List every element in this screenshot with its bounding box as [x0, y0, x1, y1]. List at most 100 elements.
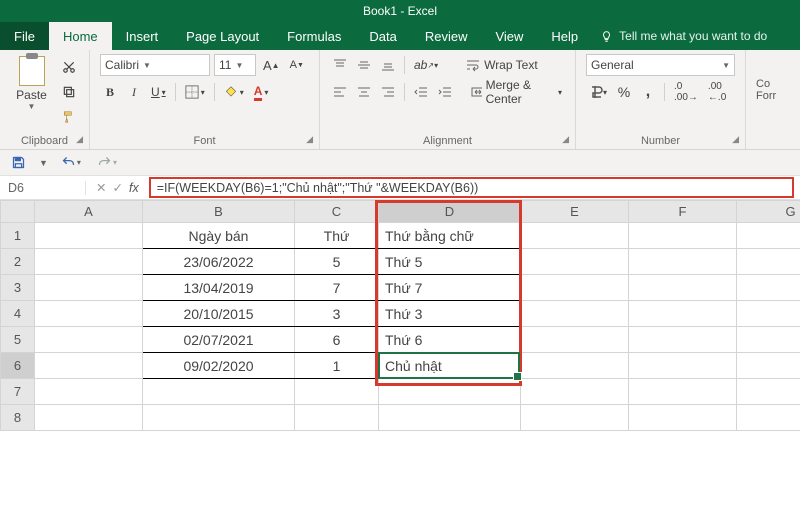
font-color-button[interactable]: A▾ [251, 81, 272, 103]
decrease-font-button[interactable]: A▼ [287, 54, 307, 76]
group-font: Calibri▼ 11▼ A▲ A▼ B I U▾ ▾ ▾ A▾ Font◢ [90, 50, 320, 149]
paste-button[interactable]: Paste ▼ [10, 54, 53, 111]
row-header[interactable]: 2 [1, 249, 35, 275]
tab-review[interactable]: Review [411, 22, 482, 50]
number-format-combo[interactable]: General▼ [586, 54, 735, 76]
redo-button[interactable]: ▾ [94, 152, 120, 174]
enter-formula-icon[interactable]: ✓ [112, 180, 122, 195]
font-size-combo[interactable]: 11▼ [214, 54, 256, 76]
cell[interactable]: Chủ nhật [379, 353, 521, 379]
save-button[interactable] [8, 152, 29, 174]
worksheet[interactable]: A B C D E F G 1 Ngày bán Thứ Thứ bằng ch… [0, 200, 800, 431]
row-header[interactable]: 5 [1, 327, 35, 353]
fill-color-button[interactable]: ▾ [221, 81, 247, 103]
align-right-button[interactable] [378, 81, 398, 103]
formula-bar: D6 ✕ ✓ fx =IF(WEEKDAY(B6)=1;"Chủ nhật";"… [0, 176, 800, 200]
comma-style-button[interactable]: , [638, 81, 658, 103]
col-header[interactable]: C [295, 201, 379, 223]
cut-button[interactable] [59, 56, 79, 78]
tab-file[interactable]: File [0, 22, 49, 50]
name-box[interactable]: D6 [0, 181, 86, 195]
dialog-launcher-icon[interactable]: ◢ [76, 134, 83, 145]
merge-center-button[interactable]: Merge & Center▾ [468, 81, 565, 103]
col-header[interactable]: F [629, 201, 737, 223]
partial-label: Co Forr [756, 54, 776, 102]
cell[interactable]: Thứ 7 [379, 275, 521, 301]
copy-button[interactable] [59, 81, 79, 103]
tell-me[interactable]: Tell me what you want to do [600, 22, 767, 50]
increase-indent-button[interactable] [435, 81, 455, 103]
cell[interactable]: 23/06/2022 [143, 249, 295, 275]
select-all-corner[interactable] [1, 201, 35, 223]
increase-font-button[interactable]: A▲ [260, 54, 283, 76]
tab-home[interactable]: Home [49, 22, 112, 50]
align-bottom-button[interactable] [378, 54, 398, 76]
dialog-launcher-icon[interactable]: ◢ [732, 134, 739, 145]
cell[interactable]: 5 [295, 249, 379, 275]
menu-bar: File Home Insert Page Layout Formulas Da… [0, 22, 800, 50]
cell[interactable]: Ngày bán [143, 223, 295, 249]
fx-icon[interactable]: fx [129, 181, 139, 195]
decrease-decimal-button[interactable]: .00←.0 [705, 81, 729, 103]
row-header[interactable]: 1 [1, 223, 35, 249]
cell[interactable]: 09/02/2020 [143, 353, 295, 379]
tab-formulas[interactable]: Formulas [273, 22, 355, 50]
qat-dropdown-icon[interactable]: ▼ [39, 158, 48, 168]
tab-view[interactable]: View [481, 22, 537, 50]
align-top-button[interactable] [330, 54, 350, 76]
cell[interactable]: Thứ 5 [379, 249, 521, 275]
cell[interactable]: Thứ [295, 223, 379, 249]
cell[interactable]: 3 [295, 301, 379, 327]
col-header[interactable]: E [521, 201, 629, 223]
cell[interactable]: Thứ bằng chữ [379, 223, 521, 249]
format-painter-button[interactable] [59, 106, 79, 128]
wrap-text-button[interactable]: Wrap Text [463, 54, 541, 76]
decrease-indent-button[interactable] [411, 81, 431, 103]
tab-insert[interactable]: Insert [112, 22, 173, 50]
font-name-combo[interactable]: Calibri▼ [100, 54, 210, 76]
align-center-button[interactable] [354, 81, 374, 103]
underline-button[interactable]: U▾ [148, 81, 169, 103]
tab-data[interactable]: Data [355, 22, 410, 50]
cancel-formula-icon[interactable]: ✕ [96, 180, 106, 195]
group-label-number: Number◢ [586, 132, 735, 147]
tell-me-label: Tell me what you want to do [619, 29, 767, 43]
row-header[interactable]: 7 [1, 379, 35, 405]
cell[interactable]: 7 [295, 275, 379, 301]
col-header[interactable]: D [379, 201, 521, 223]
row-header[interactable]: 8 [1, 405, 35, 431]
lightbulb-icon [600, 30, 613, 43]
ribbon: Paste ▼ Clipboard◢ Calibri▼ 11▼ A▲ A▼ B … [0, 50, 800, 150]
undo-button[interactable]: ▾ [58, 152, 84, 174]
dialog-launcher-icon[interactable]: ◢ [306, 134, 313, 145]
cell[interactable]: 6 [295, 327, 379, 353]
dialog-launcher-icon[interactable]: ◢ [562, 134, 569, 145]
row-header[interactable]: 4 [1, 301, 35, 327]
formula-input[interactable]: =IF(WEEKDAY(B6)=1;"Chủ nhật";"Thứ "&WEEK… [149, 177, 794, 198]
col-header[interactable]: B [143, 201, 295, 223]
cell[interactable]: Thứ 3 [379, 301, 521, 327]
row-header[interactable]: 3 [1, 275, 35, 301]
row-header[interactable]: 6 [1, 353, 35, 379]
tab-page-layout[interactable]: Page Layout [172, 22, 273, 50]
italic-button[interactable]: I [124, 81, 144, 103]
accounting-format-button[interactable]: ▾ [586, 81, 610, 103]
cell[interactable]: 1 [295, 353, 379, 379]
paste-label: Paste [16, 88, 47, 102]
tab-help[interactable]: Help [537, 22, 592, 50]
orientation-button[interactable]: ab↗▾ [411, 54, 441, 76]
group-number: General▼ ▾ % , .0.00→ .00←.0 Number◢ [576, 50, 746, 149]
cell[interactable]: Thứ 6 [379, 327, 521, 353]
cell[interactable]: 02/07/2021 [143, 327, 295, 353]
align-left-button[interactable] [330, 81, 350, 103]
cell[interactable]: 20/10/2015 [143, 301, 295, 327]
borders-button[interactable]: ▾ [182, 81, 208, 103]
cell[interactable]: 13/04/2019 [143, 275, 295, 301]
align-middle-button[interactable] [354, 54, 374, 76]
col-header[interactable]: A [35, 201, 143, 223]
increase-decimal-button[interactable]: .0.00→ [671, 81, 701, 103]
col-header[interactable]: G [737, 201, 800, 223]
percent-style-button[interactable]: % [614, 81, 634, 103]
quick-access-toolbar: ▼ ▾ ▾ [0, 150, 800, 176]
bold-button[interactable]: B [100, 81, 120, 103]
